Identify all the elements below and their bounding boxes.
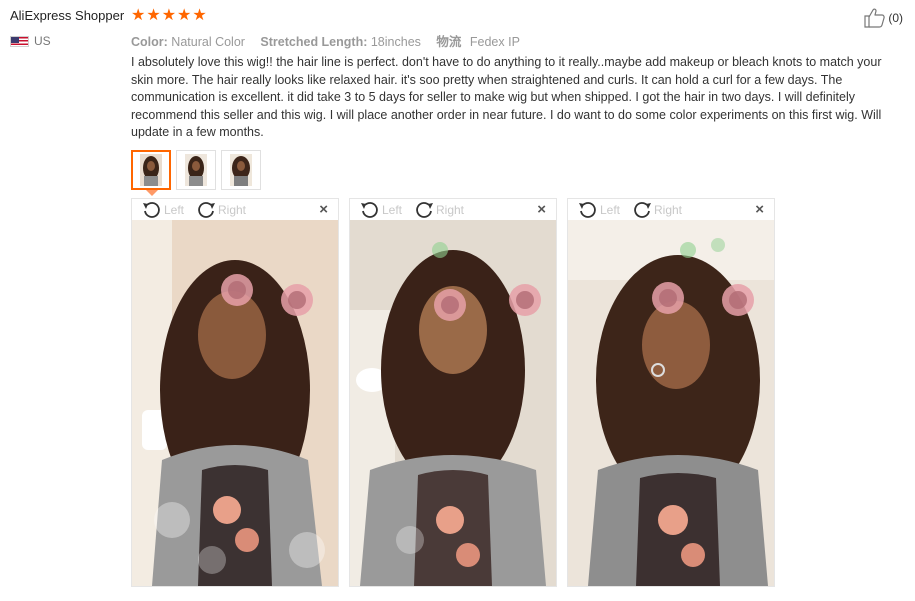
rotate-left-button[interactable]: Left <box>142 201 184 219</box>
color-value: Natural Color <box>171 35 245 49</box>
viewer-toolbar: Left Right × <box>132 199 338 220</box>
shipping-label: 物流 <box>436 35 462 49</box>
review-photo-image <box>350 220 556 586</box>
thumbnail-strip <box>131 150 261 196</box>
star-rating: ★ ★ ★ ★ ★ <box>131 7 207 25</box>
review-photo-3[interactable] <box>568 220 774 586</box>
rotate-left-icon <box>579 202 596 218</box>
close-icon[interactable]: × <box>537 201 546 218</box>
us-flag-icon <box>10 35 29 47</box>
image-viewer-1: Left Right × <box>131 198 339 587</box>
review-photo-2[interactable] <box>350 220 556 586</box>
rotate-left-label: Left <box>600 203 621 217</box>
review-text: I absolutely love this wig!! the hair li… <box>131 55 882 139</box>
helpful-count: (0) <box>888 11 903 25</box>
rotate-right-button[interactable]: Right <box>196 201 246 219</box>
star-icon: ★ <box>161 7 177 24</box>
thumbs-up-icon <box>864 8 886 28</box>
thumbnail-image <box>140 154 162 186</box>
rotate-left-button[interactable]: Left <box>360 201 402 219</box>
rotate-right-label: Right <box>218 203 247 217</box>
rotate-right-icon <box>634 202 651 218</box>
review-photo-image <box>568 220 774 586</box>
rotate-left-label: Left <box>164 203 185 217</box>
image-viewer-2: Left Right × <box>349 198 557 587</box>
helpful-button[interactable]: (0) <box>864 8 903 28</box>
thumbnail-image <box>230 154 252 186</box>
thumbnail-1[interactable] <box>131 150 171 196</box>
review-attributes: Color: Natural Color Stretched Length: 1… <box>131 31 532 50</box>
rotate-left-label: Left <box>382 203 403 217</box>
review-photo-image <box>132 220 338 586</box>
rotate-left-button[interactable]: Left <box>578 201 620 219</box>
country-label: US <box>34 34 51 48</box>
close-icon[interactable]: × <box>319 201 328 218</box>
rotate-right-label: Right <box>654 203 683 217</box>
buyer-country: US <box>10 34 51 48</box>
rotate-right-button[interactable]: Right <box>414 201 464 219</box>
viewer-toolbar: Left Right × <box>568 199 774 220</box>
star-icon: ★ <box>192 7 207 24</box>
color-label: Color: <box>131 35 168 49</box>
rotate-left-icon <box>143 202 160 218</box>
star-icon: ★ <box>177 7 192 24</box>
viewer-toolbar: Left Right × <box>350 199 556 220</box>
close-icon[interactable]: × <box>755 201 764 218</box>
thumbnail-2[interactable] <box>176 150 216 190</box>
star-icon: ★ <box>131 7 146 24</box>
star-icon: ★ <box>146 7 161 24</box>
buyer-name: AliExpress Shopper <box>10 8 125 23</box>
rotate-right-icon <box>198 202 215 218</box>
rotate-left-icon <box>361 202 378 218</box>
thumbnail-3[interactable] <box>221 150 261 190</box>
rotate-right-button[interactable]: Right <box>632 201 682 219</box>
rotate-right-label: Right <box>436 203 465 217</box>
rotate-right-icon <box>416 202 433 218</box>
thumbnail-image <box>185 154 207 186</box>
shipping-value: Fedex IP <box>469 35 520 49</box>
length-label: Stretched Length: <box>260 35 368 49</box>
review-photo-1[interactable] <box>132 220 338 586</box>
length-value: 18inches <box>370 35 421 49</box>
image-viewer-3: Left Right × <box>567 198 775 587</box>
